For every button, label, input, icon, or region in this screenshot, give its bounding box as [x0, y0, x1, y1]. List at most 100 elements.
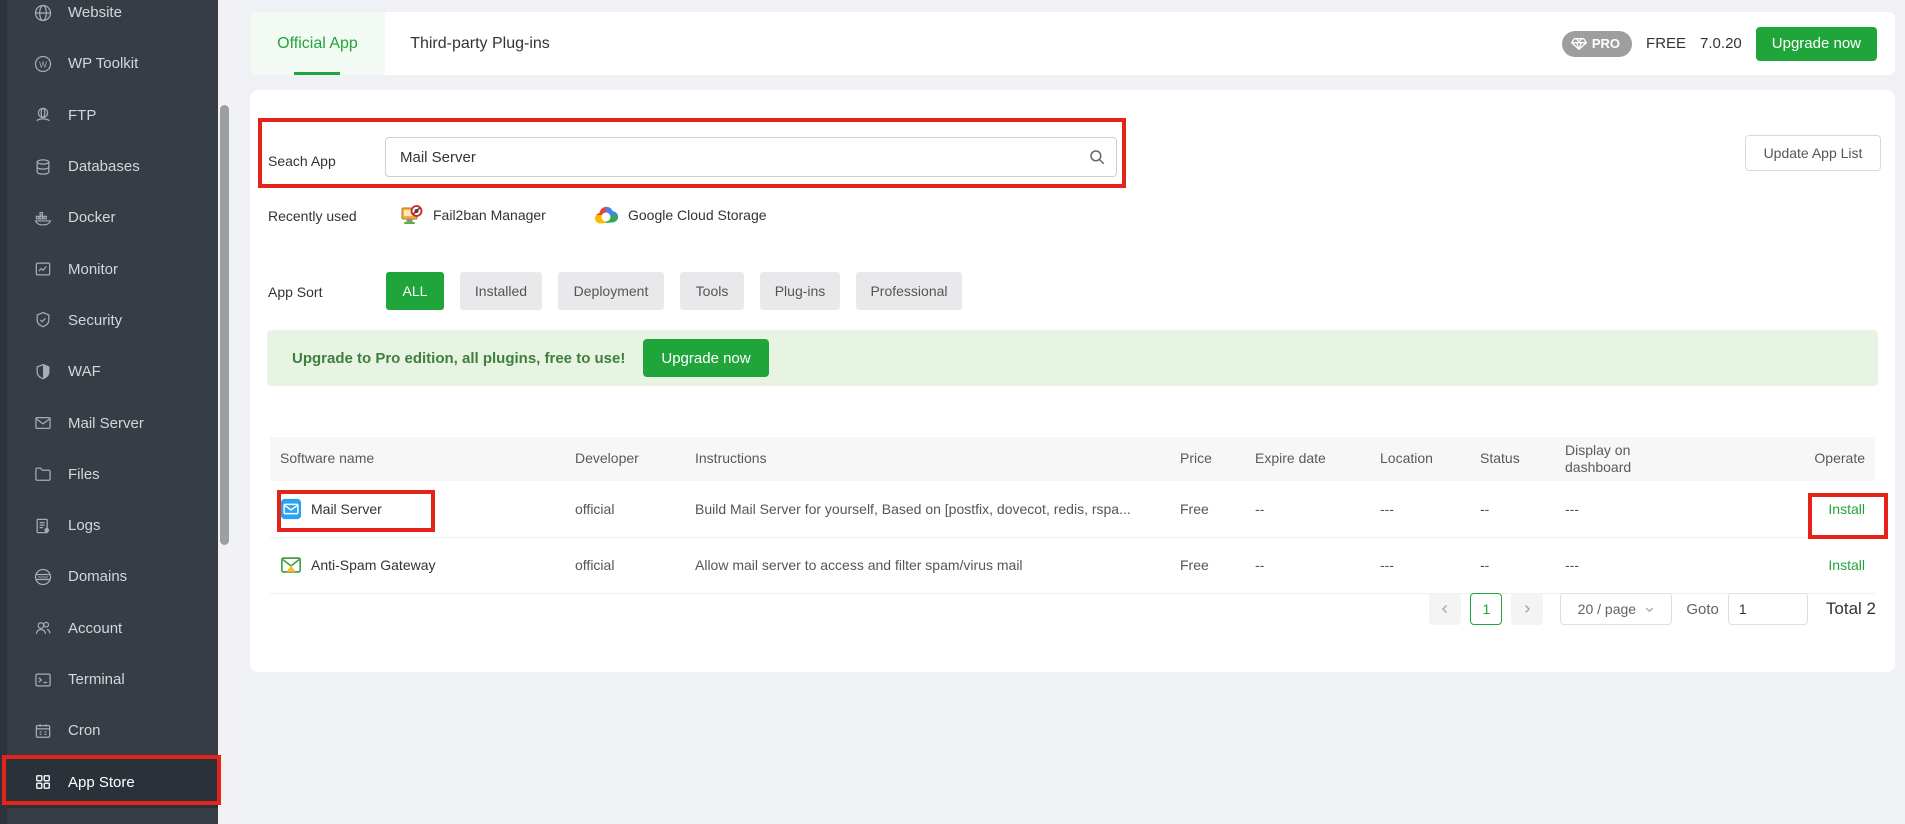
sidebar-item-databases[interactable]: Databases — [0, 141, 218, 192]
fail2ban-icon — [401, 205, 423, 224]
sort-button-installed[interactable]: Installed — [460, 272, 542, 310]
total-count: Total 2 — [1825, 599, 1876, 618]
instructions-cell: Allow mail server to access and filter s… — [685, 537, 1170, 594]
sidebar-item-label: Files — [68, 465, 100, 483]
shield-icon — [36, 363, 50, 380]
www-globe-icon: www — [34, 568, 52, 586]
update-app-list-button[interactable]: Update App List — [1745, 135, 1881, 171]
col-expire-date: Expire date — [1245, 437, 1370, 481]
goto-label: Goto — [1686, 600, 1719, 618]
goto-page-input[interactable] — [1727, 593, 1808, 625]
recent-app-fail2ban[interactable]: Fail2ban Manager — [400, 202, 546, 228]
app-store-tabbar: Official App Third-party Plug-ins PRO FR… — [250, 12, 1895, 75]
sidebar-item-logs[interactable]: Logs — [0, 500, 218, 551]
upgrade-now-button[interactable]: Upgrade now — [1755, 26, 1877, 61]
software-name: Anti-Spam Gateway — [311, 557, 436, 573]
display-cell: --- — [1555, 481, 1695, 538]
recently-used-label: Recently used — [268, 208, 357, 224]
next-page-button[interactable] — [1511, 593, 1544, 625]
sidebar-item-label: Website — [68, 4, 122, 22]
sidebar-item-cron[interactable]: Cron — [0, 705, 218, 756]
sidebar-item-label: Cron — [68, 722, 101, 740]
sidebar-item-label: Security — [68, 311, 123, 329]
page-number-button[interactable]: 1 — [1470, 593, 1503, 625]
sort-button-plugins[interactable]: Plug-ins — [760, 272, 840, 310]
sidebar-item-label: WAF — [68, 363, 101, 381]
sidebar-item-account[interactable]: Account — [0, 603, 218, 654]
search-input[interactable] — [385, 137, 1117, 177]
sidebar-item-app-store[interactable]: App Store — [0, 756, 218, 808]
prev-page-button[interactable] — [1429, 593, 1462, 625]
folder-icon — [35, 467, 51, 482]
per-page-value: 20 / page — [1577, 601, 1637, 617]
col-operate: Operate — [1695, 437, 1875, 481]
shield-check-icon — [36, 312, 50, 328]
sort-button-all[interactable]: ALL — [386, 272, 444, 310]
sidebar-item-docker[interactable]: Docker — [0, 192, 218, 243]
plan-label: FREE — [1646, 35, 1687, 52]
price-cell: Free — [1170, 481, 1245, 538]
col-status: Status — [1470, 437, 1555, 481]
svg-text:www: www — [38, 575, 49, 580]
recent-app-label: Google Cloud Storage — [628, 207, 767, 223]
sidebar-item-label: Terminal — [68, 671, 125, 688]
sidebar-item-label: Mail Server — [68, 414, 144, 432]
location-cell: --- — [1370, 481, 1470, 538]
tab-label: Third-party Plug-ins — [410, 34, 550, 52]
table-row-mail-server: Mail Server official Build Mail Server f… — [270, 481, 1875, 538]
sidebar-item-security[interactable]: Security — [0, 295, 218, 346]
per-page-select[interactable]: 20 / page — [1560, 593, 1673, 625]
banner-upgrade-button[interactable]: Upgrade now — [643, 339, 769, 377]
sidebar-item-website[interactable]: Website — [0, 0, 218, 38]
pro-badge-label: PRO — [1591, 36, 1621, 51]
recent-app-label: Fail2ban Manager — [433, 207, 546, 223]
svg-text:W: W — [39, 59, 47, 69]
sidebar-item-label: Domains — [68, 568, 128, 586]
calendar-icon — [35, 723, 51, 738]
developer-cell: official — [565, 537, 685, 594]
app-sort-label: App Sort — [268, 284, 323, 300]
sidebar-item-waf[interactable]: WAF — [0, 346, 218, 397]
sidebar-item-label: App Store — [68, 773, 135, 791]
sort-button-professional[interactable]: Professional — [856, 272, 962, 310]
sidebar-item-ftp[interactable]: FTP — [0, 90, 218, 141]
sidebar-item-terminal[interactable]: Terminal — [0, 654, 218, 705]
install-link-mail-server[interactable]: Install — [1828, 501, 1865, 517]
software-name: Mail Server — [311, 500, 382, 517]
tab-official-app[interactable]: Official App — [250, 12, 385, 75]
search-icon[interactable] — [1088, 148, 1106, 166]
software-name-cell: Anti-Spam Gateway — [280, 554, 555, 576]
sidebar-item-label: Docker — [68, 209, 116, 227]
chevron-left-icon — [1442, 604, 1448, 614]
sidebar-item-domains[interactable]: www Domains — [0, 551, 218, 602]
col-software-name: Software name — [270, 437, 565, 481]
sidebar-scrollbar-thumb[interactable] — [220, 105, 229, 545]
version-label: 7.0.20 — [1700, 35, 1742, 52]
price-cell: Free — [1170, 537, 1245, 594]
sort-button-deployment[interactable]: Deployment — [558, 272, 664, 310]
sidebar-item-mail-server[interactable]: Mail Server — [0, 397, 218, 448]
anti-spam-app-icon — [281, 557, 301, 573]
sidebar: Website W WP Toolkit FTP Databases Docke… — [0, 0, 218, 824]
globe-icon — [34, 4, 52, 21]
sidebar-item-label: FTP — [68, 106, 97, 124]
instructions-cell: Build Mail Server for yourself, Based on… — [685, 481, 1170, 538]
col-developer: Developer — [565, 437, 685, 481]
sort-button-tools[interactable]: Tools — [680, 272, 744, 310]
tab-third-party-plugins[interactable]: Third-party Plug-ins — [385, 12, 575, 75]
sidebar-item-partial[interactable] — [0, 808, 218, 824]
install-link-anti-spam-gateway[interactable]: Install — [1828, 557, 1865, 573]
log-file-icon — [36, 518, 50, 533]
location-cell: --- — [1370, 537, 1470, 594]
col-price: Price — [1170, 437, 1245, 481]
sidebar-item-wp-toolkit[interactable]: W WP Toolkit — [0, 38, 218, 89]
gem-icon — [1570, 37, 1587, 50]
users-icon — [35, 621, 51, 635]
col-display-on-dashboard: Display on dashboard — [1555, 437, 1695, 481]
sidebar-item-monitor[interactable]: Monitor — [0, 243, 218, 294]
sidebar-item-files[interactable]: Files — [0, 449, 218, 500]
sidebar-item-label: Account — [68, 619, 123, 637]
recent-app-google-cloud-storage[interactable]: Google Cloud Storage — [593, 202, 767, 228]
sidebar-item-label: Databases — [68, 158, 140, 176]
expire-date-cell: -- — [1245, 481, 1370, 538]
